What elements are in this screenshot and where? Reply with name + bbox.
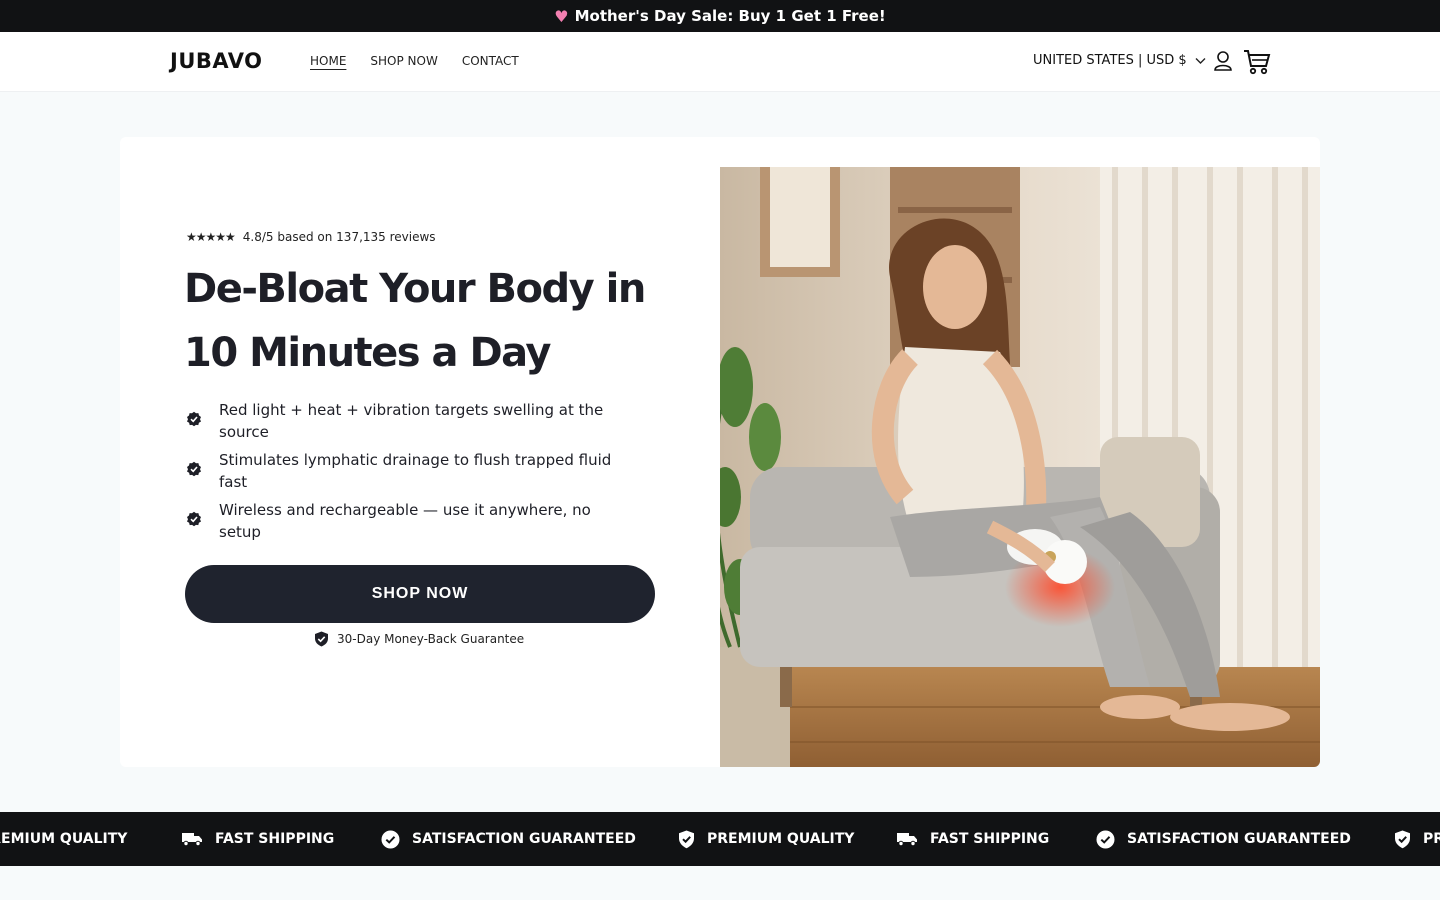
badge-check-icon <box>187 461 201 477</box>
logo[interactable]: JUBAVO <box>170 49 262 73</box>
cart-icon[interactable] <box>1243 48 1271 76</box>
guarantee-note: 30-Day Money-Back Guarantee <box>314 631 524 647</box>
check-circle-icon <box>381 830 400 848</box>
trust-item: FAST SHIPPING <box>897 812 1049 866</box>
nav-home[interactable]: HOME <box>310 54 346 68</box>
nav-shop-now[interactable]: SHOP NOW <box>370 54 437 68</box>
announcement-text: Mother's Day Sale: Buy 1 Get 1 Free! <box>574 7 886 25</box>
trust-item-label: FAST SHIPPING <box>930 831 1050 847</box>
hero-section: ★★★★★ 4.8/5 based on 137,135 reviews De-… <box>120 137 1320 767</box>
trust-item-label: PREMIUM QUALITY <box>707 831 855 847</box>
trust-item: FAST SHIPPING <box>182 812 334 866</box>
announcement-bar: ♥ Mother's Day Sale: Buy 1 Get 1 Free! <box>0 0 1440 32</box>
rating-text: 4.8/5 based on 137,135 reviews <box>242 230 436 244</box>
shield-check-icon <box>1395 830 1410 848</box>
trust-item: PREMIUM QUALITY <box>0 812 127 866</box>
trust-item: PREMIUM QUALITY <box>678 812 854 866</box>
trust-item-label: FAST SHIPPING <box>215 831 335 847</box>
shop-now-button[interactable]: SHOP NOW <box>185 565 655 623</box>
rating: ★★★★★ 4.8/5 based on 137,135 reviews <box>186 230 436 244</box>
trust-item: SATISFACTION GUARANTEED <box>381 812 636 866</box>
guarantee-text: 30-Day Money-Back Guarantee <box>337 632 525 646</box>
chevron-down-icon <box>1195 57 1206 64</box>
nav-contact[interactable]: CONTACT <box>462 54 519 68</box>
trust-strip: PREMIUM QUALITY FAST SHIPPING SATISFACTI… <box>0 812 1440 866</box>
locale-label: UNITED STATES | USD $ <box>1033 53 1187 68</box>
shield-check-icon <box>315 631 328 647</box>
benefit-text: Red light + heat + vibration targets swe… <box>219 401 604 441</box>
benefit-item: Red light + heat + vibration targets swe… <box>186 399 616 443</box>
benefit-list: Red light + heat + vibration targets swe… <box>186 399 616 549</box>
benefit-text: Stimulates lymphatic drainage to flush t… <box>219 451 612 491</box>
badge-check-icon <box>187 511 201 527</box>
truck-icon <box>182 833 202 846</box>
main-nav: HOME SHOP NOW CONTACT <box>310 54 519 68</box>
check-circle-icon <box>1096 830 1115 848</box>
benefit-item: Stimulates lymphatic drainage to flush t… <box>186 449 616 493</box>
truck-icon <box>897 833 917 846</box>
site-header: JUBAVO HOME SHOP NOW CONTACT UNITED STAT… <box>0 32 1440 92</box>
trust-item: PREMIUM QUALITY <box>1394 812 1440 866</box>
hero-headline: De-Bloat Your Body in 10 Minutes a Day <box>184 266 646 376</box>
star-rating-icon: ★★★★★ <box>186 230 236 244</box>
trust-item-label: SATISFACTION GUARANTEED <box>1127 831 1351 847</box>
locale-selector[interactable]: UNITED STATES | USD $ <box>1033 53 1206 68</box>
heart-icon: ♥ <box>554 6 569 26</box>
badge-check-icon <box>187 411 201 427</box>
trust-item-label: PREMIUM QUALITY <box>0 831 128 847</box>
shield-check-icon <box>679 830 694 848</box>
benefit-text: Wireless and rechargeable — use it anywh… <box>219 501 591 541</box>
hero-product-photo <box>720 167 1320 767</box>
benefit-item: Wireless and rechargeable — use it anywh… <box>186 499 616 543</box>
account-icon[interactable] <box>1212 48 1234 74</box>
trust-item-label: SATISFACTION GUARANTEED <box>412 831 636 847</box>
trust-item: SATISFACTION GUARANTEED <box>1096 812 1351 866</box>
trust-item-label: PREMIUM QUALITY <box>1423 831 1440 847</box>
